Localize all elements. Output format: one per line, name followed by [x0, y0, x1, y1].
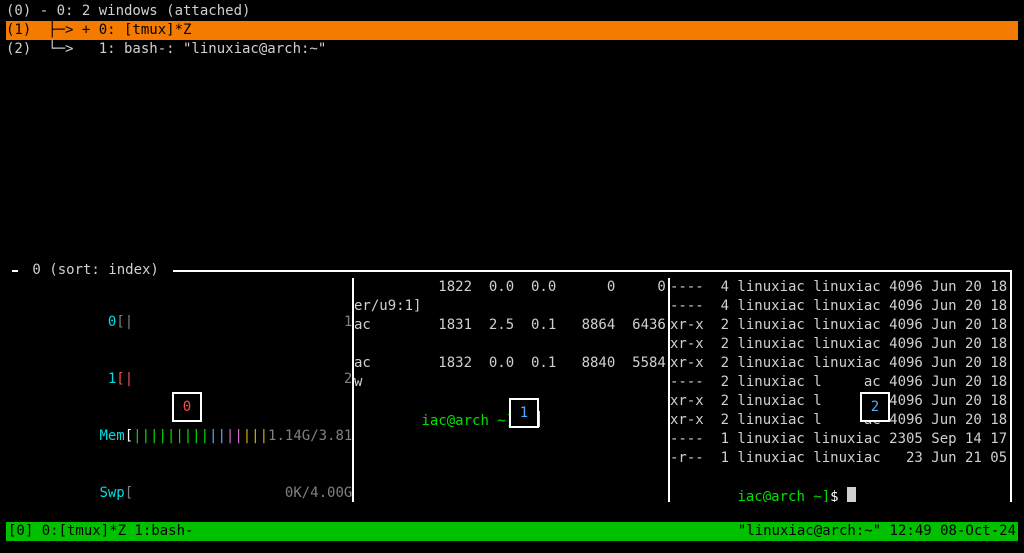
ls-row: ---- 2 linuxiac l ac 4096 Jun 20 18:: [670, 373, 1010, 392]
pane-indicator-0: 0: [172, 392, 202, 422]
ls-row: xr-x 2 linuxiac linuxiac 4096 Jun 20 18:: [670, 316, 1010, 335]
ls-row: ---- 4 linuxiac linuxiac 4096 Jun 20 18:: [670, 278, 1010, 297]
tree-row-window[interactable]: (2) └─> 1: bash-: "linuxiac@arch:~": [6, 40, 1018, 59]
mem-label: Mem: [99, 428, 124, 444]
swp-label: Swp: [99, 485, 124, 501]
session-tree[interactable]: (0) - 0: 2 windows (attached) (1) ├─> + …: [6, 2, 1018, 59]
shell-prompt[interactable]: iac@arch ~]$: [670, 468, 1010, 502]
ls-row: xr-x 2 linuxiac l ac 4096 Jun 20 18:: [670, 411, 1010, 430]
cpu1-label: 1: [99, 371, 116, 387]
status-bar: [0] 0:[tmux]*Z 1:bash- "linuxiac@arch:~"…: [6, 522, 1018, 541]
cpu0-label: 0: [99, 314, 116, 330]
ls-row: -r-- 1 linuxiac linuxiac 23 Jun 21 05:: [670, 449, 1010, 468]
ps-row: ac 1832 0.0 0.1 8840 5584 pts/5: [354, 354, 668, 373]
pane-ps: 1822 0.0 0.0 0 0 ? er/u9:1] ac 1831 2.5 …: [354, 278, 668, 502]
swp-value: 0K/4.00G]: [285, 485, 352, 501]
status-right: "linuxiac@arch:~" 12:49 08-Oct-24: [738, 522, 1016, 541]
ls-row: xr-x 2 linuxiac l ac 4096 Jun 20 18:: [670, 392, 1010, 411]
status-left: [0] 0:[tmux]*Z 1:bash-: [8, 522, 193, 541]
tree-row-selected[interactable]: (1) ├─> + 0: [tmux]*Z: [6, 21, 1018, 40]
pane-indicator-1: 1: [509, 398, 539, 428]
ps-row: 1822 0.0 0.0 0 0 ?: [354, 278, 668, 297]
preview-area: 0 (sort: index) 0[| 1.3%] Tasks: 1[| 2.0…: [12, 270, 1012, 502]
cpu0-pct: 1.3%]: [344, 314, 352, 330]
tree-row-session[interactable]: (0) - 0: 2 windows (attached): [6, 2, 1018, 21]
ls-row: xr-x 2 linuxiac linuxiac 4096 Jun 20 18:: [670, 335, 1010, 354]
cpu1-pct: 2.0%]: [344, 371, 352, 387]
pane-ls: ---- 4 linuxiac linuxiac 4096 Jun 20 18:…: [670, 278, 1010, 502]
pane-indicator-2: 2: [860, 392, 890, 422]
mem-value: 1.14G/3.81G]: [268, 428, 352, 444]
pane-htop: 0[| 1.3%] Tasks: 1[| 2.0%] Load a Mem[||…: [12, 278, 352, 502]
ls-row: ---- 4 linuxiac linuxiac 4096 Jun 20 18:: [670, 297, 1010, 316]
ls-row: ---- 1 linuxiac linuxiac 2305 Sep 14 17:: [670, 430, 1010, 449]
cursor: [847, 487, 856, 502]
ls-row: xr-x 2 linuxiac linuxiac 4096 Jun 20 18:: [670, 354, 1010, 373]
ps-row: ac 1831 2.5 0.1 8864 6436 pts/2: [354, 316, 668, 335]
